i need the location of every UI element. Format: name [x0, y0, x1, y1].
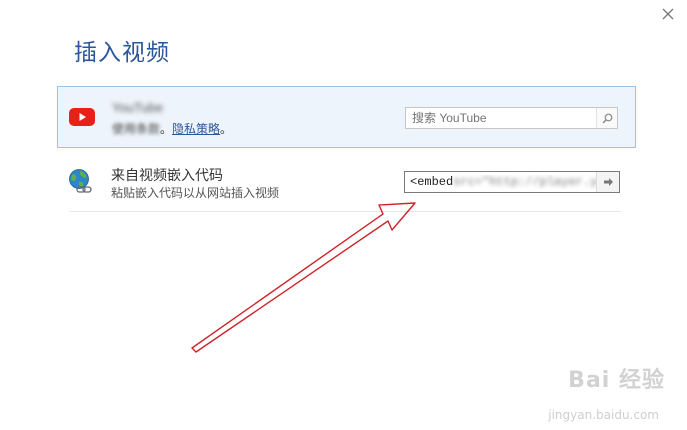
youtube-search-box [405, 107, 618, 129]
youtube-source-row[interactable]: YouTube 使用条款。隐私策略。 [57, 86, 636, 148]
youtube-terms: 使用条款。隐私策略。 [112, 122, 233, 136]
embed-code-row[interactable]: 来自视频嵌入代码 粘贴嵌入代码以从网站插入视频 <embedsrc="http:… [57, 150, 636, 212]
close-icon[interactable] [661, 7, 675, 21]
search-icon [602, 113, 612, 123]
embed-code-blurred: src="http://player.youk [453, 175, 596, 189]
youtube-name: YouTube [112, 100, 164, 115]
youtube-logo-icon [69, 108, 95, 126]
embed-code-input[interactable]: <embedsrc="http://player.youk [404, 171, 620, 193]
embed-title: 来自视频嵌入代码 [111, 167, 223, 183]
privacy-link[interactable]: 隐私策略 [172, 122, 220, 136]
search-button[interactable] [596, 108, 617, 128]
terms-link[interactable]: 使用条款 [112, 122, 160, 136]
embed-code-visible: <embed [410, 175, 454, 189]
watermark-logo: Bai 经验 [568, 368, 665, 393]
insert-embed-button[interactable] [596, 172, 619, 192]
youtube-search-input[interactable] [406, 111, 596, 125]
divider [70, 211, 621, 212]
watermark-url: jingyan.baidu.com [548, 408, 659, 422]
embed-description: 粘贴嵌入代码以从网站插入视频 [111, 186, 280, 200]
dialog-title: 插入视频 [74, 39, 170, 65]
arrow-right-icon [603, 178, 613, 186]
globe-link-icon [69, 169, 92, 193]
